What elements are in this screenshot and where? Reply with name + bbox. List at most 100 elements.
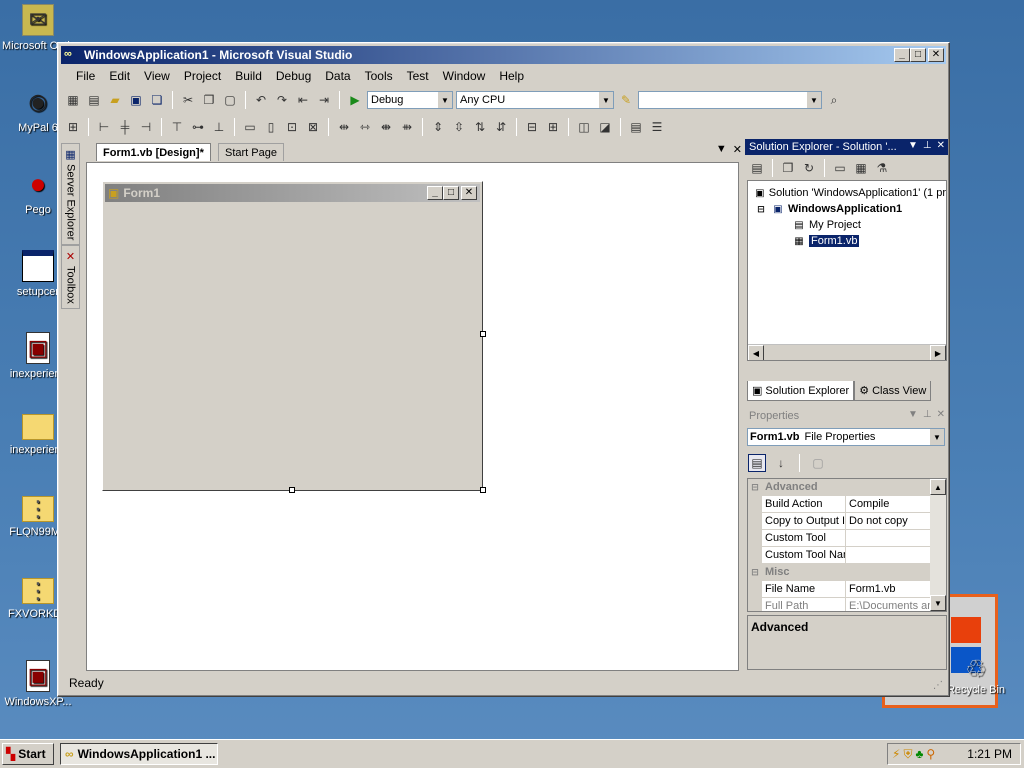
menu-view[interactable]: View [137, 69, 177, 83]
properties-title[interactable]: Properties ▼ ⊥ ✕ [745, 408, 948, 424]
scroll-left-icon[interactable]: ◀ [748, 345, 764, 360]
vertical-spacing-equal-icon[interactable]: ⇕ [429, 118, 447, 136]
make-same-width-icon[interactable]: ▭ [241, 118, 259, 136]
lock-controls-icon[interactable]: ▤ [627, 118, 645, 136]
navigate-forward-icon[interactable]: ⇥ [315, 91, 333, 109]
collapse-icon[interactable]: ⊟ [748, 479, 762, 495]
property-row[interactable]: File Name Form1.vb [748, 581, 946, 598]
copy-icon[interactable]: ❐ [200, 91, 218, 109]
tree-item-form1[interactable]: ▦ Form1.vb [748, 233, 946, 249]
tab-order-icon[interactable]: ☰ [648, 118, 666, 136]
redo-icon[interactable]: ↷ [273, 91, 291, 109]
menu-window[interactable]: Window [436, 69, 493, 83]
center-vertically-icon[interactable]: ⊞ [544, 118, 562, 136]
align-lefts-icon[interactable]: ⊢ [95, 118, 113, 136]
tree-item-project[interactable]: ⊟ ▣ WindowsApplication1 [748, 201, 946, 217]
undo-icon[interactable]: ↶ [252, 91, 270, 109]
categorized-icon[interactable]: ▤ [748, 454, 766, 472]
resize-handle-bottom[interactable] [289, 487, 295, 493]
view-code-icon[interactable]: ▭ [831, 159, 849, 177]
open-folder-icon[interactable]: ▰ [106, 91, 124, 109]
resize-handle-right[interactable] [480, 331, 486, 337]
align-to-grid-icon[interactable]: ⊞ [64, 118, 82, 136]
object-selector-dropdown[interactable]: Form1.vb File Properties ▼ [747, 428, 945, 446]
resize-handle-corner[interactable] [480, 487, 486, 493]
tab-toolbox[interactable]: ✕ Toolbox [61, 245, 80, 310]
property-row[interactable]: Custom Tool [748, 530, 946, 547]
align-middles-icon[interactable]: ⊶ [189, 118, 207, 136]
show-all-files-icon[interactable]: ❐ [779, 159, 797, 177]
align-tops-icon[interactable]: ⊤ [168, 118, 186, 136]
title-bar[interactable]: ∞ WindowsApplication1 - Microsoft Visual… [61, 46, 946, 64]
navigate-back-icon[interactable]: ⇤ [294, 91, 312, 109]
refresh-icon[interactable]: ↻ [800, 159, 818, 177]
close-button[interactable]: ✕ [928, 48, 944, 62]
center-horizontally-icon[interactable]: ⊟ [523, 118, 541, 136]
save-icon[interactable]: ▣ [127, 91, 145, 109]
tab-server-explorer[interactable]: ▦ Server Explorer [61, 143, 80, 246]
property-row[interactable]: Copy to Output I Do not copy [748, 513, 946, 530]
collapse-icon[interactable]: ⊟ [754, 203, 768, 215]
close-pane-icon[interactable]: ✕ [937, 409, 945, 420]
property-pages-icon[interactable]: ▢ [809, 454, 827, 472]
close-document-icon[interactable]: ✕ [733, 143, 742, 156]
vertical-scrollbar[interactable]: ▲ ▼ [930, 479, 946, 611]
vertical-spacing-decrease-icon[interactable]: ⇅ [471, 118, 489, 136]
align-rights-icon[interactable]: ⊣ [137, 118, 155, 136]
tab-class-view[interactable]: ⚙ Class View [854, 381, 932, 401]
desktop-icon-recycle-bin[interactable]: ♲ Recycle Bin [944, 655, 1008, 696]
vertical-spacing-increase-icon[interactable]: ⇳ [450, 118, 468, 136]
auto-hide-pin-icon[interactable]: ⊥ [923, 140, 932, 151]
add-item-icon[interactable]: ▤ [85, 91, 103, 109]
menu-file[interactable]: File [69, 69, 102, 83]
menu-build[interactable]: Build [228, 69, 269, 83]
window-position-icon[interactable]: ▼ [908, 409, 918, 420]
menu-tools[interactable]: Tools [358, 69, 400, 83]
make-same-height-icon[interactable]: ▯ [262, 118, 280, 136]
collapse-icon[interactable]: ⊟ [748, 564, 762, 580]
horizontal-scrollbar[interactable]: ◀ ▶ [748, 344, 946, 360]
resize-grip-icon[interactable]: ⋰ [933, 680, 945, 692]
property-row[interactable]: Full Path E:\Documents and [748, 598, 946, 611]
bring-to-front-icon[interactable]: ◫ [575, 118, 593, 136]
view-designer-icon[interactable]: ▦ [852, 159, 870, 177]
auto-hide-pin-icon[interactable]: ⊥ [923, 409, 932, 420]
properties-icon[interactable]: ▤ [748, 159, 766, 177]
add-project-icon[interactable]: ▦ [64, 91, 82, 109]
scroll-down-icon[interactable]: ▼ [930, 595, 946, 611]
find-combo[interactable]: ▼ [638, 91, 822, 109]
tray-app-icon[interactable]: ♣ [915, 747, 923, 761]
size-to-grid-icon[interactable]: ⊡ [283, 118, 301, 136]
save-all-icon[interactable]: ❏ [148, 91, 166, 109]
paste-icon[interactable]: ▢ [221, 91, 239, 109]
shield-icon[interactable]: ⛨ [903, 747, 912, 762]
clock[interactable]: 1:21 PM [967, 747, 1012, 761]
minimize-button[interactable]: _ [894, 48, 910, 62]
start-debugging-icon[interactable]: ▶ [346, 91, 364, 109]
find-in-files-icon[interactable]: ✎ [617, 91, 635, 109]
form1-preview[interactable]: ▣ Form1 _ □ ✕ [102, 181, 483, 491]
horizontal-spacing-equal-icon[interactable]: ⇹ [335, 118, 353, 136]
find-icon[interactable]: ⌕ [825, 91, 843, 109]
property-category-advanced[interactable]: ⊟ Advanced [748, 479, 946, 496]
view-class-diagram-icon[interactable]: ⚗ [873, 159, 891, 177]
menu-help[interactable]: Help [492, 69, 531, 83]
tab-solution-explorer[interactable]: ▣ Solution Explorer [747, 381, 855, 401]
alphabetical-icon[interactable]: ↓ [772, 454, 790, 472]
close-pane-icon[interactable]: ✕ [937, 140, 945, 151]
solution-configuration-dropdown[interactable]: Debug ▼ [367, 91, 453, 109]
solution-explorer-title[interactable]: Solution Explorer - Solution '... ▼ ⊥ ✕ [745, 139, 948, 155]
menu-debug[interactable]: Debug [269, 69, 318, 83]
cut-icon[interactable]: ✂ [179, 91, 197, 109]
tree-item-solution[interactable]: ▣ Solution 'WindowsApplication1' (1 pr [748, 185, 946, 201]
menu-project[interactable]: Project [177, 69, 228, 83]
horizontal-spacing-increase-icon[interactable]: ⇿ [356, 118, 374, 136]
property-category-misc[interactable]: ⊟ Misc [748, 564, 946, 581]
tab-form1-design[interactable]: Form1.vb [Design]* [96, 143, 211, 161]
horizontal-spacing-remove-icon[interactable]: ⇻ [398, 118, 416, 136]
active-files-dropdown-icon[interactable]: ▼ [716, 143, 727, 156]
solution-platform-dropdown[interactable]: Any CPU ▼ [456, 91, 614, 109]
align-centers-icon[interactable]: ╪ [116, 118, 134, 136]
maximize-button[interactable]: □ [910, 48, 926, 62]
menu-edit[interactable]: Edit [102, 69, 137, 83]
